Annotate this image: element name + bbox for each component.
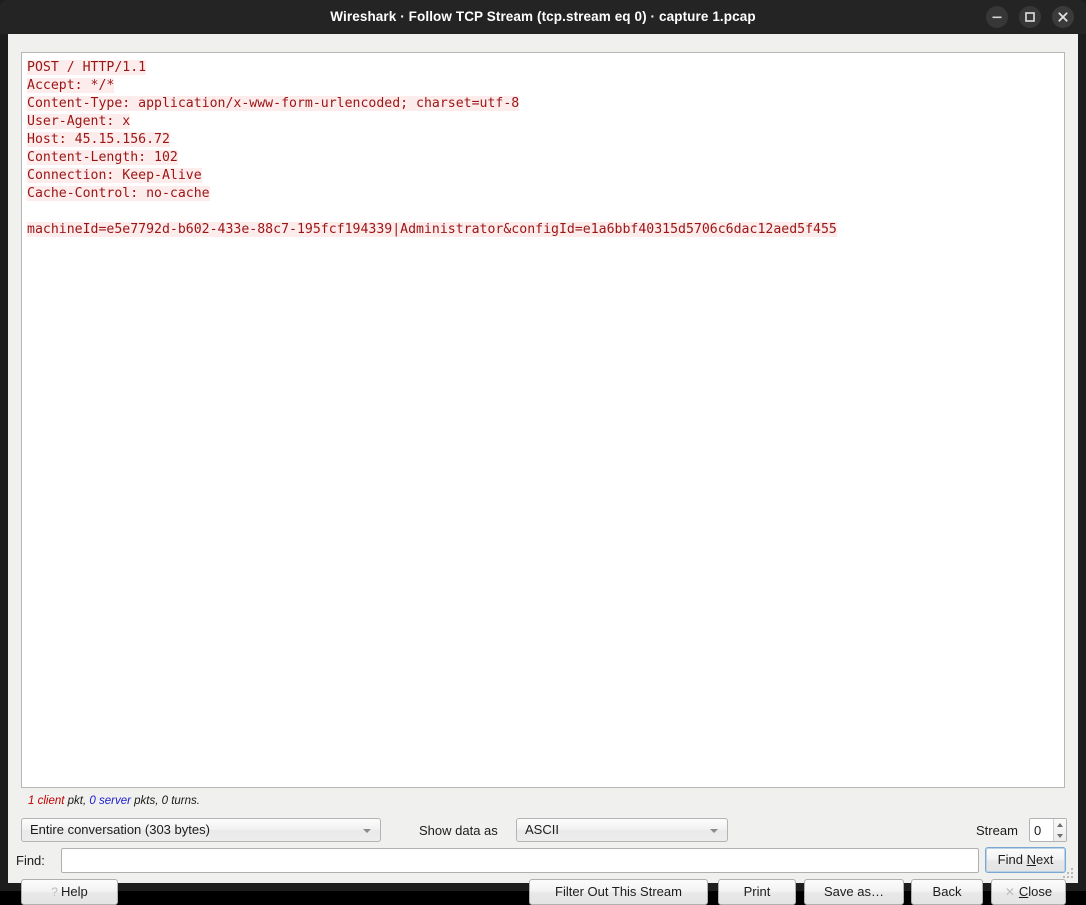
- stream-content: POST / HTTP/1.1 Accept: */* Content-Type…: [27, 59, 1064, 239]
- server-packet-suffix: pkts, 0 turns.: [130, 795, 200, 807]
- find-input[interactable]: [61, 848, 979, 873]
- titlebar: Wireshark · Follow TCP Stream (tcp.strea…: [0, 0, 1086, 34]
- show-data-as-value: ASCII: [525, 822, 559, 837]
- stream-line: User-Agent: x: [27, 114, 131, 129]
- window-controls: [986, 6, 1074, 28]
- stream-label: Stream: [976, 823, 1018, 838]
- client-packet-suffix: pkt,: [64, 795, 90, 807]
- stream-line: POST / HTTP/1.1: [27, 60, 147, 75]
- stream-number-input[interactable]: [1030, 819, 1053, 841]
- stream-line: Accept: */*: [27, 78, 115, 93]
- find-next-mnemonic: N: [1026, 852, 1036, 867]
- stream-line: Content-Length: 102: [27, 150, 178, 165]
- stream-line: Connection: Keep-Alive: [27, 168, 202, 183]
- spinner-down-icon[interactable]: [1057, 833, 1063, 838]
- client-packet-count: 1 client: [28, 795, 65, 807]
- help-label: Help: [60, 884, 88, 899]
- stream-text-view[interactable]: POST / HTTP/1.1 Accept: */* Content-Type…: [21, 52, 1065, 788]
- stream-line: Content-Type: application/x-www-form-url…: [27, 96, 520, 111]
- close-button[interactable]: ✕ Close: [991, 879, 1066, 905]
- dialog-body: POST / HTTP/1.1 Accept: */* Content-Type…: [8, 34, 1078, 905]
- chevron-down-icon: [710, 829, 718, 833]
- window-title: Wireshark · Follow TCP Stream (tcp.strea…: [330, 9, 756, 24]
- stream-blank-line: [27, 204, 35, 219]
- help-button[interactable]: ? Help: [21, 879, 118, 905]
- show-data-as-label: Show data as: [419, 823, 498, 838]
- print-button[interactable]: Print: [718, 879, 796, 905]
- stream-number-spinner[interactable]: [1029, 818, 1067, 842]
- find-next-button[interactable]: Find Next: [985, 847, 1066, 873]
- stream-line: Cache-Control: no-cache: [27, 186, 210, 201]
- follow-tcp-stream-window: Wireshark · Follow TCP Stream (tcp.strea…: [0, 0, 1086, 905]
- help-question-icon: ?: [51, 885, 58, 899]
- close-icon[interactable]: [1052, 6, 1074, 28]
- save-as-button[interactable]: Save as…: [804, 879, 904, 905]
- conversation-select-value: Entire conversation (303 bytes): [30, 822, 210, 837]
- find-next-label-pre: Find: [997, 852, 1027, 867]
- conversation-select[interactable]: Entire conversation (303 bytes): [21, 818, 381, 842]
- spinner-up-icon[interactable]: [1057, 822, 1063, 827]
- find-label: Find:: [16, 853, 45, 868]
- stream-line: machineId=e5e7792d-b602-433e-88c7-195fcf…: [27, 222, 837, 237]
- chevron-down-icon: [363, 829, 371, 833]
- maximize-icon[interactable]: [1019, 6, 1041, 28]
- stream-line: Host: 45.15.156.72: [27, 132, 170, 147]
- close-mnemonic: C: [1018, 884, 1029, 899]
- filter-out-this-stream-button[interactable]: Filter Out This Stream: [529, 879, 708, 905]
- find-next-label-post: ext: [1035, 852, 1054, 867]
- resize-grip[interactable]: [1061, 866, 1075, 880]
- show-data-as-select[interactable]: ASCII: [516, 818, 728, 842]
- minimize-icon[interactable]: [986, 6, 1008, 28]
- spinner-buttons[interactable]: [1053, 819, 1066, 841]
- back-button[interactable]: Back: [911, 879, 983, 905]
- close-x-icon: ✕: [1004, 885, 1015, 899]
- server-packet-count: 0 server: [89, 795, 131, 807]
- packet-summary-status: 1 client pkt, 0 server pkts, 0 turns.: [28, 795, 200, 807]
- close-label-post: lose: [1028, 884, 1053, 899]
